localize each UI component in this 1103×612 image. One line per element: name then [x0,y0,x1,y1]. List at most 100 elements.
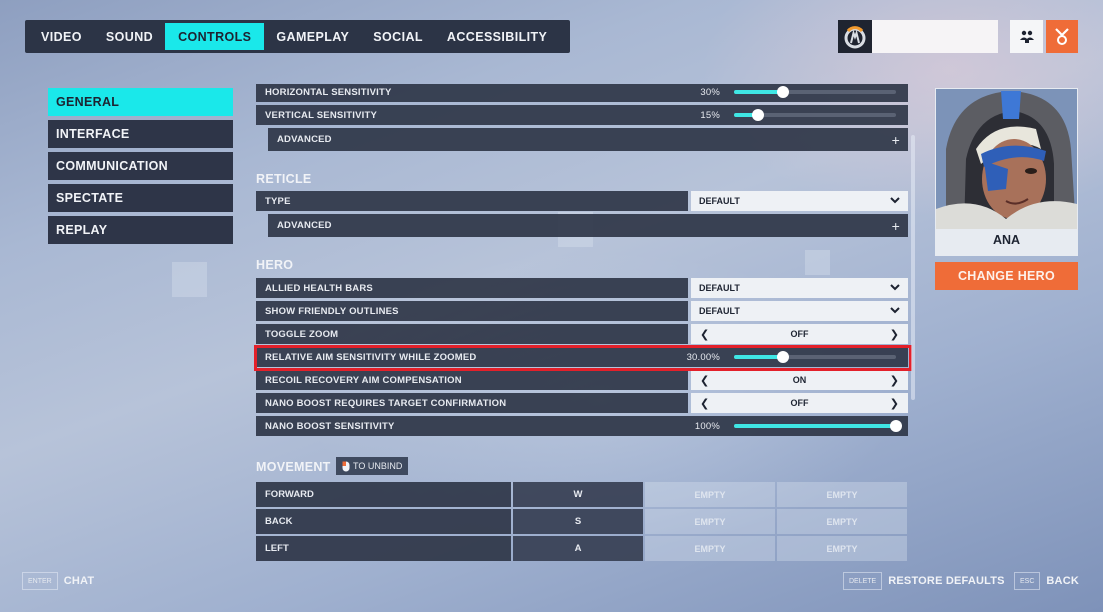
expand-plus-icon[interactable]: + [892,132,900,148]
settings-tab-bar: VIDEO SOUND CONTROLS GAMEPLAY SOCIAL ACC… [25,20,570,53]
slider-knob[interactable] [752,109,765,121]
keybind-action: BACK [256,509,511,534]
relative-aim-sensitivity-row: RELATIVE AIM SENSITIVITY WHILE ZOOMED 30… [256,347,908,367]
overwatch-logo-icon [838,20,872,53]
social-group-icon [1019,30,1034,43]
arrow-right-icon[interactable]: ❯ [890,328,899,341]
horizontal-sensitivity-slider[interactable] [734,86,896,98]
keybind-tertiary[interactable]: EMPTY [777,482,907,507]
advanced-label: ADVANCED [277,134,332,145]
tab-sound[interactable]: SOUND [94,23,165,50]
sidebar-item-communication[interactable]: COMMUNICATION [48,152,233,180]
sensitivity-advanced-row[interactable]: ADVANCED + [268,128,908,151]
controls-sidebar: GENERAL INTERFACE COMMUNICATION SPECTATE… [48,88,233,248]
restore-defaults-label: RESTORE DEFAULTS [888,575,1005,587]
keybind-action: LEFT [256,536,511,561]
unbind-hint: TO UNBIND [336,457,409,475]
vertical-sensitivity-value: 15% [700,109,720,121]
reticle-type-dropdown[interactable]: DEFAULT [691,191,908,211]
advanced-label: ADVANCED [277,220,332,231]
arrow-left-icon[interactable]: ❮ [700,328,709,341]
nano-boost-sensitivity-row: NANO BOOST SENSITIVITY 100% [256,416,908,436]
allied-health-bars-label: ALLIED HEALTH BARS [256,278,688,298]
setting-label: NANO BOOST SENSITIVITY 100% [256,416,908,436]
social-button[interactable] [1010,20,1043,53]
allied-health-bars-row: ALLIED HEALTH BARS DEFAULT [256,278,908,298]
delete-keycap: DELETE [843,572,883,590]
keybind-secondary[interactable]: EMPTY [645,536,775,561]
keybind-primary[interactable]: S [513,509,643,534]
arrow-right-icon[interactable]: ❯ [890,397,899,410]
background-decoration [172,262,207,297]
keybind-tertiary[interactable]: EMPTY [777,509,907,534]
horizontal-sensitivity-row: HORIZONTAL SENSITIVITY 30% [256,84,908,102]
slider-fill [734,424,896,428]
hero-card: ANA [935,88,1078,256]
vertical-sensitivity-row: VERTICAL SENSITIVITY 15% [256,105,908,125]
setting-label: HORIZONTAL SENSITIVITY 30% [256,84,908,102]
selector-value: ON [792,375,807,385]
sidebar-item-interface[interactable]: INTERFACE [48,120,233,148]
setting-label: ADVANCED + [268,214,908,237]
keybind-primary[interactable]: W [513,482,643,507]
nano-boost-confirmation-label: NANO BOOST REQUIRES TARGET CONFIRMATION [256,393,688,413]
keybind-tertiary[interactable]: EMPTY [777,536,907,561]
expand-plus-icon[interactable]: + [892,218,900,234]
arrow-left-icon[interactable]: ❮ [700,397,709,410]
dropdown-value: DEFAULT [699,196,740,206]
keybind-secondary[interactable]: EMPTY [645,509,775,534]
arrow-right-icon[interactable]: ❯ [890,374,899,387]
player-name-redacted [872,20,998,53]
chevron-down-icon [890,283,900,293]
allied-health-bars-dropdown[interactable]: DEFAULT [691,278,908,298]
slider-knob[interactable] [776,351,789,363]
slider-knob[interactable] [776,86,789,98]
relative-aim-sensitivity-slider[interactable] [734,351,896,363]
enter-keycap: ENTER [22,572,58,590]
keybind-secondary[interactable]: EMPTY [645,482,775,507]
relative-aim-sensitivity-label: RELATIVE AIM SENSITIVITY WHILE ZOOMED [265,351,477,363]
vertical-sensitivity-label: VERTICAL SENSITIVITY [265,109,378,121]
chevron-down-icon [890,306,900,316]
relative-aim-sensitivity-value: 30.00% [686,351,720,363]
show-friendly-outlines-label: SHOW FRIENDLY OUTLINES [256,301,688,321]
toggle-zoom-label: TOGGLE ZOOM [256,324,688,344]
selector-value: OFF [790,398,809,408]
tab-video[interactable]: VIDEO [29,23,94,50]
settings-list: HORIZONTAL SENSITIVITY 30% VERTICAL SENS… [256,84,908,564]
restore-defaults-button[interactable]: DELETE RESTORE DEFAULTS [843,572,1005,590]
sidebar-item-replay[interactable]: REPLAY [48,216,233,244]
settings-scrollbar[interactable] [911,135,915,400]
setting-label: VERTICAL SENSITIVITY 15% [256,105,908,125]
sidebar-item-spectate[interactable]: SPECTATE [48,184,233,212]
tab-social[interactable]: SOCIAL [361,23,435,50]
keybind-row: LEFT A EMPTY EMPTY [256,536,908,561]
show-friendly-outlines-dropdown[interactable]: DEFAULT [691,301,908,321]
tab-gameplay[interactable]: GAMEPLAY [264,23,361,50]
rewards-button[interactable] [1046,20,1078,53]
setting-label: ADVANCED + [268,128,908,151]
change-hero-button[interactable]: CHANGE HERO [935,262,1078,290]
dropdown-value: DEFAULT [699,283,740,293]
chat-button[interactable]: ENTER CHAT [22,572,94,590]
keybind-primary[interactable]: A [513,536,643,561]
nano-boost-sensitivity-value: 100% [694,420,720,432]
back-button[interactable]: ESC BACK [1014,572,1079,590]
section-title-movement: MOVEMENT [256,460,331,474]
player-profile[interactable] [838,20,998,53]
nano-boost-sensitivity-slider[interactable] [734,420,902,432]
section-title-hero: HERO [256,258,294,272]
reticle-advanced-row[interactable]: ADVANCED + [268,214,908,237]
vertical-sensitivity-slider[interactable] [734,109,896,121]
arrow-left-icon[interactable]: ❮ [700,374,709,387]
sidebar-item-general[interactable]: GENERAL [48,88,233,116]
slider-knob[interactable] [890,420,902,432]
tab-controls[interactable]: CONTROLS [165,23,265,50]
keybind-row: BACK S EMPTY EMPTY [256,509,908,534]
nano-boost-confirmation-row: NANO BOOST REQUIRES TARGET CONFIRMATION … [256,393,908,413]
horizontal-sensitivity-label: HORIZONTAL SENSITIVITY [265,86,392,98]
nano-boost-confirmation-selector: ❮ OFF ❯ [691,393,908,413]
section-title-reticle: RETICLE [256,172,312,186]
tab-accessibility[interactable]: ACCESSIBILITY [435,23,559,50]
esc-keycap: ESC [1014,572,1041,590]
